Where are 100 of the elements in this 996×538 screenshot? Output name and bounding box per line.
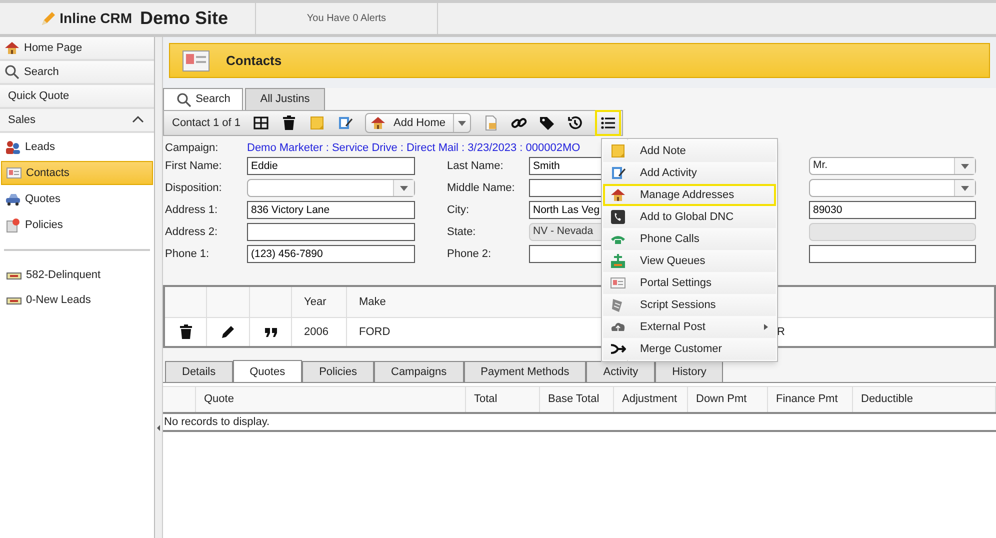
house-icon <box>610 187 626 203</box>
app-logo: Inline CRM <box>60 9 132 28</box>
tab[interactable]: Campaigns <box>374 361 464 382</box>
table-cell: 2006 <box>292 318 347 346</box>
dropdown-field[interactable] <box>247 179 415 197</box>
add-home-button[interactable]: Add Home <box>364 113 472 133</box>
menu-item[interactable]: Add Note <box>603 140 776 162</box>
queue-link[interactable]: 0-New Leads <box>0 288 154 313</box>
house-icon <box>370 115 386 131</box>
sidebar-link[interactable]: Search <box>0 61 154 85</box>
tab[interactable]: Details <box>165 361 233 382</box>
field-label: Phone 2: <box>447 246 492 262</box>
dropdown-field[interactable]: Mr. <box>809 157 976 175</box>
field-label: Last Name: <box>447 158 504 174</box>
dropdown-field[interactable] <box>809 179 976 197</box>
tab[interactable]: History <box>655 361 724 382</box>
field-label: Address 2: <box>165 224 219 240</box>
empty-message: No records to display. <box>164 414 270 430</box>
phone-icon <box>610 209 626 225</box>
edit-button[interactable] <box>220 324 236 340</box>
menu-item[interactable]: External Post <box>603 316 776 338</box>
queue-link[interactable]: 582-Delinquent <box>0 263 154 288</box>
splitter-handle[interactable] <box>157 424 160 430</box>
column-header: Quote <box>203 392 235 408</box>
alerts-text: You Have 0 Alerts <box>306 12 386 26</box>
column-header: Base Total <box>547 392 600 408</box>
tag-icon <box>539 115 556 131</box>
text-field[interactable] <box>247 223 415 241</box>
sidebar-link[interactable]: Home Page <box>0 37 154 61</box>
tab[interactable]: Quotes <box>232 360 302 382</box>
menu-item[interactable]: Add to Global DNC <box>603 206 776 228</box>
sidebar-item[interactable]: Leads <box>1 135 153 159</box>
note-icon <box>610 143 626 159</box>
column-header: Deductible <box>860 392 914 408</box>
history-icon <box>567 115 584 131</box>
tab[interactable]: Policies <box>302 361 374 382</box>
column-header: Adjustment <box>621 392 678 408</box>
menu-item[interactable]: Script Sessions <box>603 294 776 316</box>
table-cell-text: FORD <box>358 324 392 340</box>
text-field[interactable] <box>809 245 976 263</box>
field-label: Middle Name: <box>447 180 516 196</box>
menu-item[interactable]: Manage Addresses <box>603 184 776 206</box>
search-icon <box>4 64 20 80</box>
list-icon <box>600 115 616 131</box>
trash-icon <box>178 324 194 340</box>
field-label: Address 1: <box>165 202 219 218</box>
text-field[interactable]: 836 Victory Lane <box>247 201 415 219</box>
menu-button[interactable] <box>595 110 622 136</box>
people-icon <box>5 139 21 155</box>
link-icon <box>511 115 528 131</box>
column-header: Finance Pmt <box>775 392 839 408</box>
document-icon <box>5 217 21 233</box>
campaign-link[interactable]: Demo Marketer : Service Drive : Direct Mail : 3/23/2023 : 000002MO <box>247 140 580 156</box>
field-label: Phone 1: <box>165 246 210 262</box>
tab[interactable]: Payment Methods <box>464 361 586 382</box>
tab[interactable]: All Justins <box>245 88 325 110</box>
field-label: City: <box>447 202 470 218</box>
history-button[interactable] <box>567 115 584 131</box>
merge-icon <box>610 341 626 357</box>
contact-card-icon <box>6 165 22 181</box>
menu-item[interactable]: View Queues <box>603 250 776 272</box>
trash-icon <box>280 115 296 131</box>
field-label: Campaign: <box>165 140 220 156</box>
delete-button[interactable] <box>178 324 194 340</box>
sidebar-link[interactable]: Quick Quote <box>0 85 154 109</box>
sidebar-item[interactable]: Policies <box>1 213 153 237</box>
sidebar-item[interactable]: Quotes <box>1 187 153 211</box>
car-icon <box>5 191 21 207</box>
text-field[interactable]: 89030 <box>809 201 976 219</box>
text-field[interactable]: (123) 456-7890 <box>247 245 415 263</box>
delete-button[interactable] <box>280 115 296 131</box>
column-header: Year <box>303 294 328 310</box>
clipboard-icon <box>336 115 352 131</box>
menu-item[interactable]: Portal Settings <box>603 272 776 294</box>
section-header[interactable]: Sales <box>0 109 154 133</box>
menu-item[interactable]: Add Activity <box>603 162 776 184</box>
contact-card-icon <box>610 275 626 291</box>
tag-button[interactable] <box>539 115 556 131</box>
text-field[interactable]: Eddie <box>247 157 415 175</box>
document-button[interactable] <box>483 115 500 131</box>
column-header: Make <box>358 294 387 310</box>
search-icon <box>176 92 192 108</box>
field-label: State: <box>447 224 477 240</box>
column-header: Down Pmt <box>695 392 748 408</box>
sidebar-item[interactable]: Contacts <box>1 161 153 185</box>
grid-button[interactable] <box>252 115 268 131</box>
table-cell-text: R <box>777 324 785 340</box>
site-title: Demo Site <box>140 7 230 30</box>
home-icon <box>4 40 20 56</box>
clipboard-icon <box>610 165 626 181</box>
note-icon <box>308 115 324 131</box>
menu-item[interactable]: Merge Customer <box>603 338 776 360</box>
contact-card-icon <box>182 50 210 72</box>
tab[interactable]: Activity <box>586 361 656 382</box>
field-label: Disposition: <box>165 180 223 196</box>
activity-button[interactable] <box>336 115 352 131</box>
tab[interactable]: Search <box>163 88 243 110</box>
page-header: Contacts <box>169 43 990 78</box>
link-button[interactable] <box>511 115 528 131</box>
menu-item[interactable]: Phone Calls <box>603 228 776 250</box>
